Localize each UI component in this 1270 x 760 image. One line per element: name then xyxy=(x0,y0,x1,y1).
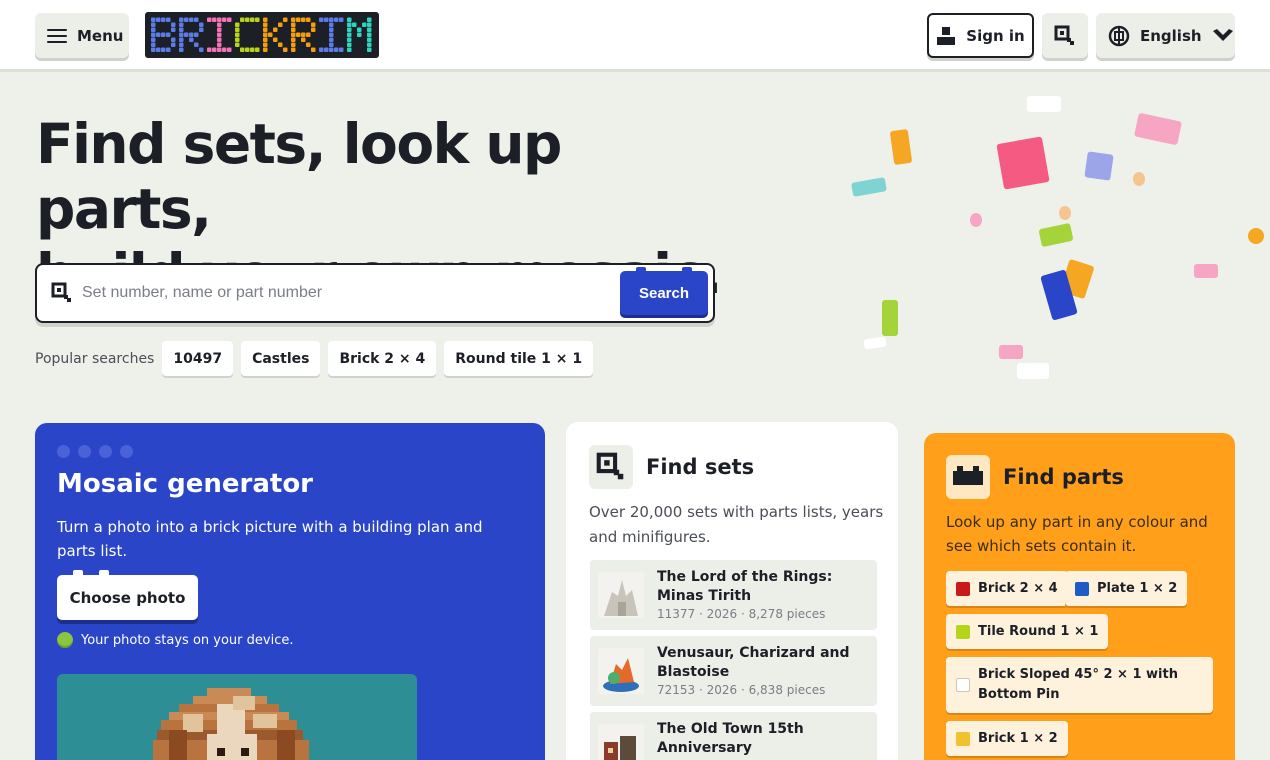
set-thumbnail xyxy=(598,572,644,618)
part-chip[interactable]: Tile Round 1 × 1 xyxy=(946,614,1109,649)
globe-icon xyxy=(1108,25,1130,46)
brick-orange-deco xyxy=(889,128,913,166)
set-name: The Lord of the Rings: Minas Tirith xyxy=(657,569,833,604)
brick-white-deco xyxy=(1027,96,1061,112)
set-thumbnail xyxy=(598,648,644,694)
find-sets-description: Over 20,000 sets with parts lists, years… xyxy=(589,503,884,546)
chevron-down-icon xyxy=(1212,28,1233,41)
set-name: The Old Town 15th Anniversary xyxy=(657,721,804,756)
popular-chip[interactable]: Brick 2 × 4 xyxy=(328,341,437,376)
find-sets-title: Find sets xyxy=(646,455,755,479)
menu-button[interactable]: Menu xyxy=(35,13,129,58)
set-list-item[interactable]: The Lord of the Rings: Minas Tirith 1137… xyxy=(590,560,877,630)
set-meta: 11377 · 2026 · 8,278 pieces xyxy=(657,607,826,621)
set-list-item[interactable]: The Old Town 15th Anniversary xyxy=(590,712,877,760)
privacy-note-text: Your photo stays on your device. xyxy=(81,632,294,648)
part-name: Brick 2 × 4 xyxy=(978,581,1058,596)
hero-title-line1: Find sets, look up parts, xyxy=(36,112,562,241)
color-swatch xyxy=(956,678,970,692)
search-icon-box xyxy=(589,445,633,489)
stud-peach-deco xyxy=(1059,206,1071,220)
search-icon xyxy=(1054,25,1074,45)
part-name: Brick Sloped 45° 2 × 1 with Bottom Pin xyxy=(978,667,1178,702)
main-search-bar: Search xyxy=(35,263,715,323)
find-sets-header: Find sets xyxy=(589,445,754,489)
brick-icon xyxy=(953,466,983,485)
menu-label: Menu xyxy=(77,26,124,45)
brick-white-small-deco xyxy=(863,336,887,350)
popular-searches-label: Popular searches xyxy=(35,350,155,367)
find-sets-card: Find sets Over 20,000 sets with parts li… xyxy=(566,422,898,760)
search-input[interactable] xyxy=(82,279,602,307)
sign-in-label: Sign in xyxy=(966,26,1025,45)
pokemon-set-image xyxy=(598,648,644,694)
privacy-note: Your photo stays on your device. xyxy=(57,632,293,648)
green-dot-icon xyxy=(57,632,73,648)
part-name: Brick 1 × 2 xyxy=(978,731,1058,746)
brick-pink-light-deco xyxy=(1133,112,1183,146)
language-label: English xyxy=(1140,26,1202,45)
set-thumbnail xyxy=(598,724,644,760)
brick-green-deco xyxy=(882,300,898,336)
part-chip[interactable]: Brick 2 × 4 xyxy=(946,571,1068,606)
brick-lavender-deco xyxy=(1084,151,1114,181)
set-meta: 72153 · 2026 · 6,838 pieces xyxy=(657,683,826,697)
popular-searches: Popular searches 10497 Castles Brick 2 ×… xyxy=(35,341,594,376)
site-header: Menu Sign in English xyxy=(0,0,1270,72)
find-parts-title: Find parts xyxy=(1003,465,1124,489)
color-swatch xyxy=(956,581,970,596)
mosaic-card-description: Turn a photo into a brick picture with a… xyxy=(57,518,483,560)
sign-in-button[interactable]: Sign in xyxy=(927,13,1034,58)
search-submit-button[interactable]: Search xyxy=(620,267,708,315)
find-parts-description: Look up any part in any colour and see w… xyxy=(946,513,1208,555)
dog-mosaic-image xyxy=(153,688,309,760)
brick-lime-deco xyxy=(1038,222,1074,248)
search-icon xyxy=(596,452,624,480)
header-search-button[interactable] xyxy=(1042,13,1088,58)
part-chip[interactable]: Brick 1 × 2 xyxy=(946,721,1068,756)
color-swatch xyxy=(956,624,970,639)
search-icon xyxy=(51,282,71,302)
brick-icon-box xyxy=(946,455,990,499)
choose-photo-button[interactable]: Choose photo xyxy=(57,570,198,620)
part-name: Plate 1 × 2 xyxy=(1097,581,1178,596)
popular-chip[interactable]: 10497 xyxy=(162,341,234,376)
part-chip[interactable]: Brick Sloped 45° 2 × 1 with Bottom Pin xyxy=(946,657,1213,713)
stud-peach-deco xyxy=(1133,172,1145,186)
castle-image xyxy=(598,572,644,618)
brick-pink-small-deco xyxy=(1194,264,1218,278)
mosaic-card-title: Mosaic generator xyxy=(57,469,314,499)
find-parts-card: Find parts Look up any part in any colou… xyxy=(924,433,1235,760)
color-swatch xyxy=(956,731,970,746)
stud-pink-deco xyxy=(970,213,982,227)
brick-white-tiny-deco xyxy=(1017,363,1049,379)
set-list-item[interactable]: Venusaur, Charizard and Blastoise 72153 … xyxy=(590,636,877,706)
part-name: Tile Round 1 × 1 xyxy=(978,624,1099,639)
set-name: Venusaur, Charizard and Blastoise xyxy=(657,645,850,680)
find-parts-header: Find parts xyxy=(946,455,1124,499)
old-town-set-image xyxy=(598,724,644,760)
brick-pink-tiny-deco xyxy=(999,345,1023,359)
popular-chip[interactable]: Round tile 1 × 1 xyxy=(444,341,594,376)
part-chip[interactable]: Plate 1 × 2 xyxy=(1065,571,1188,606)
logo-bricks xyxy=(151,17,372,52)
brick-pink-large-deco xyxy=(996,136,1050,190)
mosaic-generator-card: Mosaic generator Turn a photo into a bri… xyxy=(35,423,545,760)
user-icon xyxy=(937,26,956,45)
card-studs xyxy=(57,445,133,458)
mosaic-preview-image xyxy=(57,674,417,760)
stud-orange-deco xyxy=(1248,228,1264,244)
popular-chip[interactable]: Castles xyxy=(241,341,321,376)
color-swatch xyxy=(1075,581,1089,596)
site-logo[interactable] xyxy=(145,12,379,58)
hamburger-icon xyxy=(47,28,67,43)
language-selector[interactable]: English xyxy=(1096,13,1235,58)
brick-teal-deco xyxy=(851,177,887,197)
